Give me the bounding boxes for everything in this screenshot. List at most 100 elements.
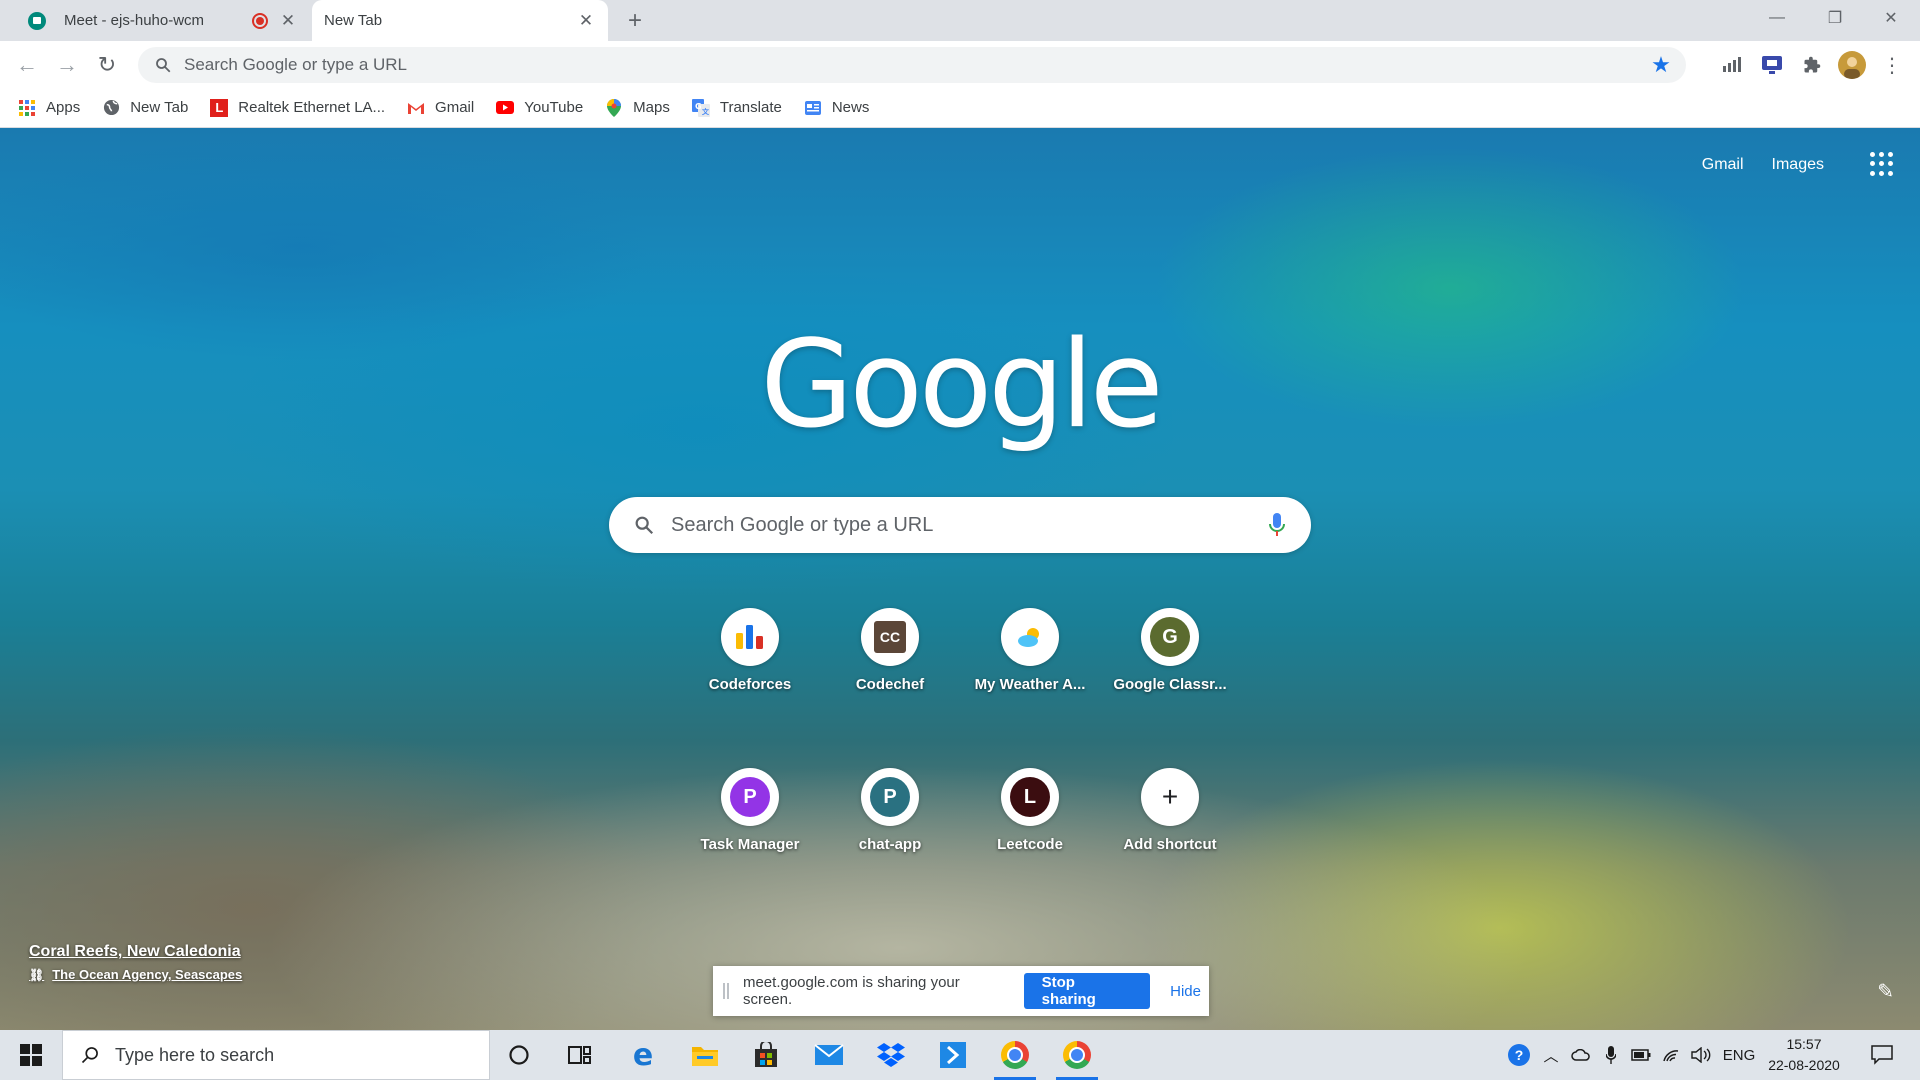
images-link[interactable]: Images [1772,156,1824,174]
search-box[interactable]: Search Google or type a URL [609,497,1311,553]
shortcut-codeforces[interactable]: Codeforces [685,608,815,693]
microphone-icon[interactable] [1598,1030,1624,1080]
shortcut-label: My Weather A... [974,676,1086,693]
menu-kebab-icon[interactable]: ⋮ [1878,51,1906,79]
shortcut-chat-app[interactable]: P chat-app [825,768,955,853]
taskbar-search-box[interactable]: Type here to search [62,1030,490,1080]
clock-time: 15:57 [1786,1036,1822,1052]
help-icon[interactable]: ? [1504,1030,1534,1080]
bookmark-apps[interactable]: Apps [18,99,80,117]
bookmark-label: News [831,99,870,116]
apps-grid-icon [18,99,36,117]
chevron-up-icon[interactable]: ︿ [1538,1030,1564,1080]
new-tab-plus-icon[interactable]: + [622,7,648,34]
share-message: meet.google.com is sharing your screen. [742,974,960,1008]
bookmark-news[interactable]: News [804,99,870,117]
screen-share-extension-icon[interactable] [1758,51,1786,79]
notification-center-icon[interactable] [1862,1030,1902,1080]
cortana-icon[interactable] [490,1030,548,1080]
search-placeholder: Search Google or type a URL [671,513,934,536]
bookmark-new-tab[interactable]: New Tab [102,99,188,117]
shortcut-codechef[interactable]: CC Codechef [825,608,955,693]
search-icon [77,1042,103,1068]
google-meet-icon [28,11,46,30]
shortcut-label: Codechef [855,676,925,693]
extensions-puzzle-icon[interactable] [1798,51,1826,79]
shortcut-leetcode[interactable]: L Leetcode [965,768,1095,853]
codechef-text: CC [874,621,906,653]
codeforces-icon [721,608,779,666]
bookmark-youtube[interactable]: YouTube [496,99,583,117]
news-icon [804,99,822,117]
store-icon[interactable] [737,1030,795,1080]
forward-arrow-icon[interactable]: → [50,48,84,82]
tab-new-tab[interactable]: New Tab ✕ [312,0,608,41]
reload-icon[interactable]: ↻ [90,48,124,82]
chart-extension-icon[interactable] [1718,51,1746,79]
shortcut-label: Google Classr... [1113,676,1227,693]
bookmark-label: YouTube [524,99,584,116]
onedrive-icon[interactable] [1568,1030,1594,1080]
link-icon: ⛓ [29,967,45,982]
battery-icon[interactable] [1628,1030,1654,1080]
bookmark-maps[interactable]: Maps [605,98,670,117]
recording-icon [252,12,268,29]
hide-button[interactable]: Hide [1162,983,1209,1000]
stop-sharing-button[interactable]: Stop sharing [1023,973,1151,1009]
wifi-icon[interactable] [1658,1030,1684,1080]
shortcut-task-manager[interactable]: P Task Manager [685,768,815,853]
drag-handle[interactable] [723,983,729,999]
dropbox-icon[interactable] [862,1030,920,1080]
attribution-credit: The Ocean Agency, Seascapes [52,967,243,982]
letter-avatar: P [870,777,910,817]
shortcut-google-classroom[interactable]: G Google Classr... [1105,608,1235,693]
bookmark-label: Translate [719,99,782,116]
powershell-icon[interactable] [924,1030,982,1080]
bookmark-label: Gmail [435,99,475,116]
bookmark-translate[interactable]: G文 Translate [691,98,782,117]
bookmark-realtek[interactable]: L Realtek Ethernet LA... [210,98,385,117]
bookmark-star-icon[interactable]: ★ [1646,50,1676,80]
task-view-icon[interactable] [551,1030,609,1080]
system-clock[interactable]: 15:57 22-08-2020 [1760,1034,1848,1076]
speaker-icon[interactable] [1688,1030,1714,1080]
attribution-credit-row[interactable]: ⛓ The Ocean Agency, Seascapes [29,967,242,982]
mail-icon[interactable] [800,1030,858,1080]
plus-symbol: + [1161,781,1179,812]
shortcut-label: Task Manager [700,836,800,853]
windows-start-icon[interactable] [0,1030,62,1080]
bookmark-gmail[interactable]: Gmail [407,99,474,117]
minimize-icon[interactable]: — [1752,0,1802,36]
back-arrow-icon[interactable]: ← [10,48,44,82]
attribution-title[interactable]: Coral Reefs, New Caledonia [29,943,242,961]
shortcut-label: Codeforces [708,676,792,693]
file-explorer-icon[interactable] [676,1030,734,1080]
google-apps-icon[interactable] [1870,152,1894,176]
screen-share-bar: meet.google.com is sharing your screen. … [713,966,1209,1016]
profile-avatar-icon[interactable] [1838,51,1866,79]
bookmark-label: Apps [46,99,81,116]
shortcut-weather[interactable]: My Weather A... [965,608,1095,693]
close-icon[interactable]: ✕ [576,11,596,31]
address-bar[interactable]: Search Google or type a URL ★ [138,47,1686,83]
microphone-icon[interactable] [1265,511,1289,539]
shortcut-add[interactable]: + Add shortcut [1105,768,1235,853]
edge-icon[interactable]: e [614,1030,672,1080]
close-icon[interactable]: ✕ [278,11,298,31]
letter-icon: G [1141,608,1199,666]
shortcut-label: Add shortcut [1123,836,1217,853]
letter-icon: L [1001,768,1059,826]
tab-meet[interactable]: Meet - ejs-huho-wcm ✕ [10,0,310,41]
svg-text:文: 文 [702,107,710,116]
gmail-link[interactable]: Gmail [1702,156,1744,174]
maps-icon [605,98,623,117]
chrome-icon[interactable] [1048,1030,1106,1080]
pencil-icon[interactable]: ✎ [1877,979,1894,1004]
globe-icon [102,99,120,117]
chrome-icon[interactable] [986,1030,1044,1080]
search-icon [150,52,176,78]
plus-icon: + [1141,768,1199,826]
close-window-icon[interactable]: ✕ [1866,0,1916,36]
language-indicator[interactable]: ENG [1720,1030,1758,1080]
restore-icon[interactable]: ❐ [1810,0,1860,36]
